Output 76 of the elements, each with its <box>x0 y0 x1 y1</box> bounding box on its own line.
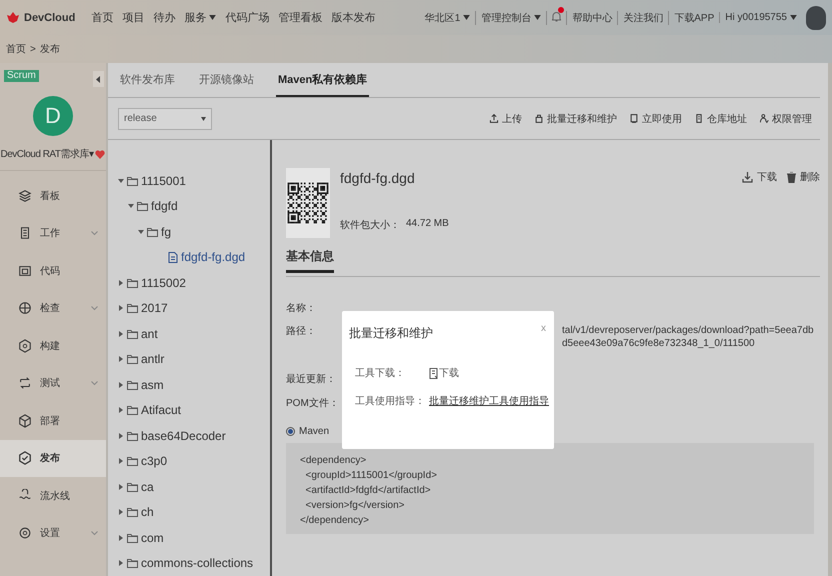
sidebar-item[interactable]: 发布 <box>0 440 106 477</box>
tree-item[interactable]: fdgfd <box>108 194 178 219</box>
tree-item[interactable]: ch <box>108 500 154 525</box>
file-name: fdgfd-fg.dgd <box>340 170 416 186</box>
tree-item[interactable]: asm <box>108 372 164 398</box>
dialog-label: 工具下载： <box>355 366 406 380</box>
tree-item[interactable]: base64Decoder <box>108 423 226 448</box>
toolbar-button[interactable]: 上传 <box>489 112 522 126</box>
breadcrumb-link[interactable]: 首页 <box>6 42 26 56</box>
project-name[interactable]: DevCloud RAT需求库▾ <box>0 147 94 161</box>
nav-link[interactable]: 首页 <box>91 10 114 25</box>
code-line: </dependency> <box>300 515 370 526</box>
toolbar-button[interactable]: 立即使用 <box>629 112 682 126</box>
sidebar-item[interactable]: 流水线 <box>0 477 106 514</box>
size-value: 44.72 MB <box>406 218 449 231</box>
header-link[interactable]: 管理控制台 <box>481 10 542 24</box>
size-label: 软件包大小： <box>340 218 400 232</box>
nav-link[interactable]: 待办 <box>153 10 176 25</box>
header-link[interactable]: Hi y00195755 <box>725 12 797 23</box>
tree-item[interactable]: antlr <box>108 346 164 372</box>
header-link[interactable]: 下载APP <box>674 10 714 24</box>
toolbar-button[interactable]: 批量迁移和维护 <box>534 112 617 126</box>
file-action-button[interactable]: 下载 <box>742 170 777 184</box>
tree-item[interactable]: commons-collections <box>108 550 254 576</box>
brand-name: DevCloud <box>24 12 76 24</box>
breadcrumb-link[interactable]: 发布 <box>40 42 60 56</box>
tree-item[interactable]: Atifacut <box>108 398 182 423</box>
sidebar-item[interactable]: 构建 <box>0 327 106 364</box>
toolbar-button[interactable]: 权限管理 <box>759 112 812 126</box>
field-label: POM文件： <box>286 396 336 410</box>
nav-link[interactable]: 项目 <box>122 10 144 25</box>
header-link[interactable]: 关注我们 <box>623 10 664 24</box>
tree-item[interactable]: c3p0 <box>108 448 168 474</box>
sidebar-item[interactable]: 工作 <box>0 214 106 252</box>
sidebar-item[interactable]: 测试 <box>0 364 106 402</box>
tree-item[interactable]: 2017 <box>108 296 168 321</box>
code-line: <groupId>1115001</groupId> <box>304 470 438 481</box>
nav-link[interactable]: 服务 <box>184 10 216 25</box>
repo-select[interactable]: release <box>118 108 212 130</box>
header-link[interactable]: 帮助中心 <box>572 10 612 24</box>
dialog-label: 工具使用指导： <box>355 394 426 408</box>
tree-item[interactable]: 1115002 <box>108 270 186 296</box>
scrum-badge: Scrum <box>4 70 39 82</box>
tree-item[interactable]: ant <box>108 321 158 346</box>
tree-item[interactable]: com <box>108 525 164 550</box>
tree-item[interactable]: 1115001 <box>108 168 186 194</box>
field-value: tal/v1/devreposerver/packages/download?path=5eea7dbd5eee43e09a76c9fe8e732348_1_0/111500 <box>562 324 815 350</box>
code-line: <version>fg</version> <box>304 500 406 511</box>
tab[interactable]: 软件发布库 <box>118 63 177 98</box>
breadcrumb-separator: > <box>30 44 36 54</box>
tree-item[interactable]: fdgfd-fg.dgd <box>108 244 246 270</box>
project-avatar: D <box>33 96 73 136</box>
sidebar-item[interactable]: 部署 <box>0 402 106 440</box>
dialog-title: 批量迁移和维护 <box>349 326 433 340</box>
tab[interactable]: 开源镜像站 <box>197 63 256 98</box>
header-link[interactable]: 华北区1 <box>424 10 470 24</box>
tree-item[interactable]: fg <box>108 219 172 244</box>
sidebar-item[interactable]: 看板 <box>0 177 106 214</box>
download-link[interactable]: 下载 <box>439 366 459 380</box>
sidebar-item[interactable]: 检查 <box>0 290 106 327</box>
code-line: <dependency> <box>300 455 368 466</box>
code-line: <artifactId>fdgfd</artifactId> <box>304 485 432 496</box>
tab[interactable]: Maven私有依赖库 <box>276 63 370 98</box>
sidebar-item[interactable]: 设置 <box>0 514 106 552</box>
field-label: 路径： <box>286 325 317 338</box>
toolbar-button[interactable]: 仓库地址 <box>694 112 747 126</box>
guide-link[interactable]: 批量迁移维护工具使用指导 <box>429 394 549 408</box>
field-label: 名称： <box>286 302 317 315</box>
nav-link[interactable]: 代码广场 <box>225 10 270 25</box>
nav-link[interactable]: 版本发布 <box>331 10 376 25</box>
field-label: 最近更新： <box>286 372 336 386</box>
file-action-button[interactable]: 删除 <box>787 170 820 184</box>
tree-item[interactable]: ca <box>108 474 154 500</box>
section-tab[interactable]: 基本信息 <box>286 248 334 273</box>
nav-link[interactable]: 管理看板 <box>278 10 322 25</box>
sidebar-item[interactable]: 代码 <box>0 252 106 290</box>
